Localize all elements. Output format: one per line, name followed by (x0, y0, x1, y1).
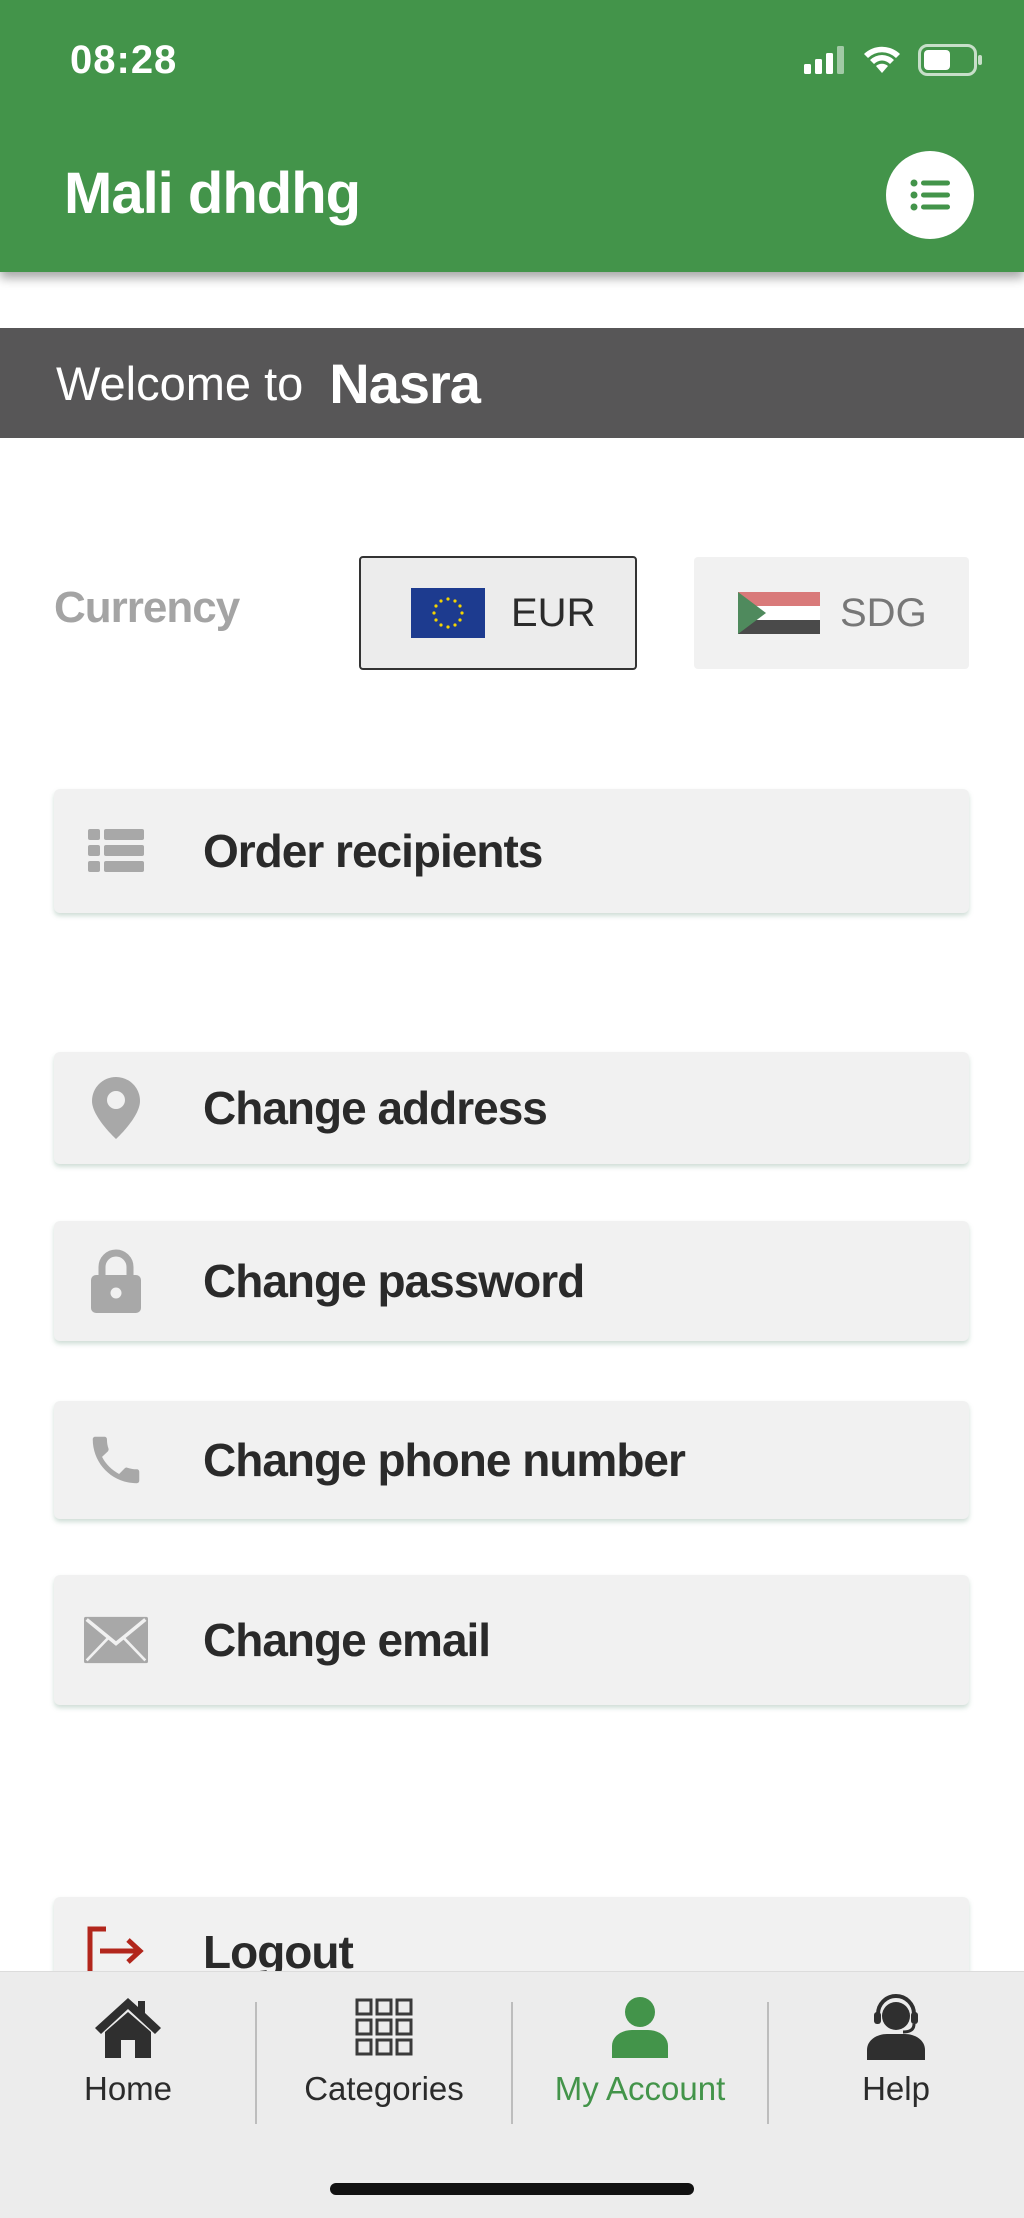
bottom-nav: Home Categories My Account Help (0, 1971, 1024, 2218)
welcome-banner: Welcome to Nasra (0, 328, 1024, 438)
user-icon (610, 1992, 670, 2062)
grid-icon (355, 1992, 413, 2062)
nav-my-account[interactable]: My Account (512, 1972, 768, 2132)
headset-icon (865, 1992, 927, 2062)
currency-eur-label: EUR (511, 590, 596, 635)
nav-help[interactable]: Help (768, 1972, 1024, 2132)
change-email-label: Change email (203, 1614, 491, 1666)
list-icon (84, 829, 148, 873)
nav-home-label: Home (83, 2070, 173, 2107)
app-title: Mali dhdhg (64, 161, 361, 226)
envelope-icon (84, 1614, 148, 1666)
logout-icon (84, 1925, 148, 1971)
nav-help-label: Help (862, 2070, 930, 2107)
menu-button[interactable] (886, 151, 974, 239)
wifi-icon (864, 46, 900, 73)
phone-icon (84, 1429, 148, 1491)
app-header: 08:28 Mali dhdhg (0, 0, 1024, 272)
nav-my-account-label: My Account (554, 2070, 726, 2107)
nav-home[interactable]: Home (0, 1972, 256, 2132)
order-recipients-item[interactable]: Order recipients (54, 789, 969, 913)
change-phone-number-item[interactable]: Change phone number (54, 1401, 969, 1519)
sudan-flag-icon (738, 592, 820, 634)
signal-icon (804, 46, 844, 74)
list-menu-icon (910, 179, 950, 211)
change-address-item[interactable]: Change address (54, 1052, 969, 1164)
change-phone-number-label: Change phone number (203, 1434, 686, 1486)
currency-sdg-button[interactable]: SDG (694, 557, 969, 669)
nav-categories[interactable]: Categories (256, 1972, 512, 2132)
eu-flag-icon (411, 588, 485, 638)
battery-icon (918, 44, 982, 76)
lock-icon (84, 1249, 148, 1313)
home-indicator (330, 2183, 694, 2195)
change-address-label: Change address (203, 1082, 548, 1134)
status-time: 08:28 (70, 38, 178, 82)
change-email-item[interactable]: Change email (54, 1575, 969, 1705)
welcome-prefix: Welcome to (56, 356, 304, 410)
currency-eur-button[interactable]: EUR (359, 556, 637, 670)
order-recipients-label: Order recipients (203, 825, 543, 877)
home-icon (93, 1992, 163, 2062)
change-password-item[interactable]: Change password (54, 1221, 969, 1341)
location-pin-icon (84, 1077, 148, 1139)
currency-label: Currency (54, 583, 240, 632)
nav-categories-label: Categories (304, 2070, 464, 2107)
welcome-name: Nasra (329, 351, 481, 415)
currency-sdg-label: SDG (840, 590, 927, 635)
change-password-label: Change password (203, 1255, 585, 1307)
status-icons (804, 44, 984, 76)
